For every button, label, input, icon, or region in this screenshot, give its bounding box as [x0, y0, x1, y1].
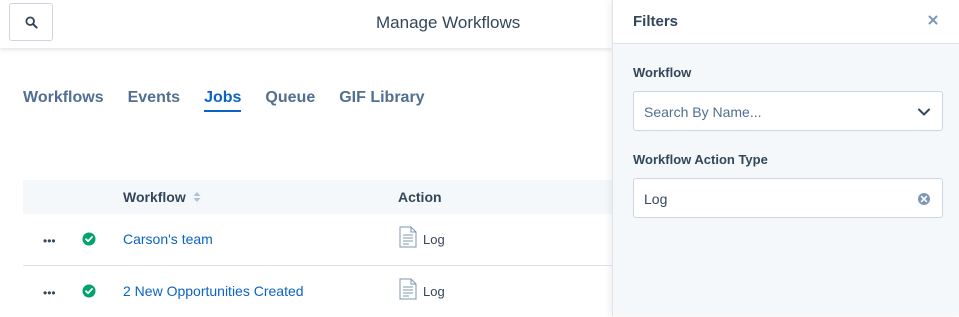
more-actions-icon[interactable]: •••: [43, 286, 56, 300]
search-button[interactable]: [9, 3, 53, 41]
log-document-icon: [399, 278, 417, 300]
close-icon[interactable]: [926, 13, 940, 27]
more-actions-icon[interactable]: •••: [43, 234, 56, 248]
tab-jobs[interactable]: Jobs: [204, 89, 242, 112]
action-type-filter-label: Workflow Action Type: [633, 152, 768, 167]
table-header: Workflow Action: [23, 180, 612, 214]
action-cell: Log: [399, 226, 445, 248]
search-icon: [24, 15, 38, 29]
action-cell: Log: [399, 278, 445, 300]
filters-panel: Filters Workflow Search By Name... Workf…: [612, 0, 959, 316]
workflow-search-placeholder: Search By Name...: [644, 104, 762, 120]
workflow-search-select[interactable]: Search By Name...: [633, 91, 943, 131]
table-row: ••• 2 New Opportunities Created Log: [23, 266, 612, 317]
tab-gif-library[interactable]: GIF Library: [339, 89, 424, 112]
action-type-value: Log: [644, 191, 668, 207]
success-check-icon: [82, 284, 96, 298]
filters-panel-header: Filters: [613, 0, 959, 44]
filters-title: Filters: [633, 13, 679, 30]
workflow-link[interactable]: Carson's team: [123, 231, 213, 247]
action-label: Log: [423, 284, 445, 299]
top-bar: Manage Workflows: [0, 0, 612, 48]
success-check-icon: [82, 232, 96, 246]
log-document-icon: [399, 226, 417, 248]
jobs-table: Workflow Action ••• Carson's team Log ••…: [23, 180, 612, 317]
action-label: Log: [423, 232, 445, 247]
page-title: Manage Workflows: [376, 13, 521, 32]
column-header-workflow-label: Workflow: [123, 189, 186, 205]
tab-bar: Workflows Events Jobs Queue GIF Library: [23, 89, 425, 112]
tab-queue[interactable]: Queue: [265, 89, 315, 112]
workflow-filter-label: Workflow: [633, 65, 692, 80]
table-row: ••• Carson's team Log: [23, 214, 612, 266]
tab-events[interactable]: Events: [128, 89, 180, 112]
column-header-action: Action: [398, 189, 442, 205]
column-header-workflow[interactable]: Workflow: [123, 189, 201, 205]
chevron-down-icon: [918, 108, 930, 116]
sort-icon: [193, 192, 201, 202]
tab-workflows[interactable]: Workflows: [23, 89, 104, 112]
clear-icon[interactable]: [917, 192, 931, 206]
action-type-select[interactable]: Log: [633, 178, 943, 218]
workflow-link[interactable]: 2 New Opportunities Created: [123, 283, 304, 299]
